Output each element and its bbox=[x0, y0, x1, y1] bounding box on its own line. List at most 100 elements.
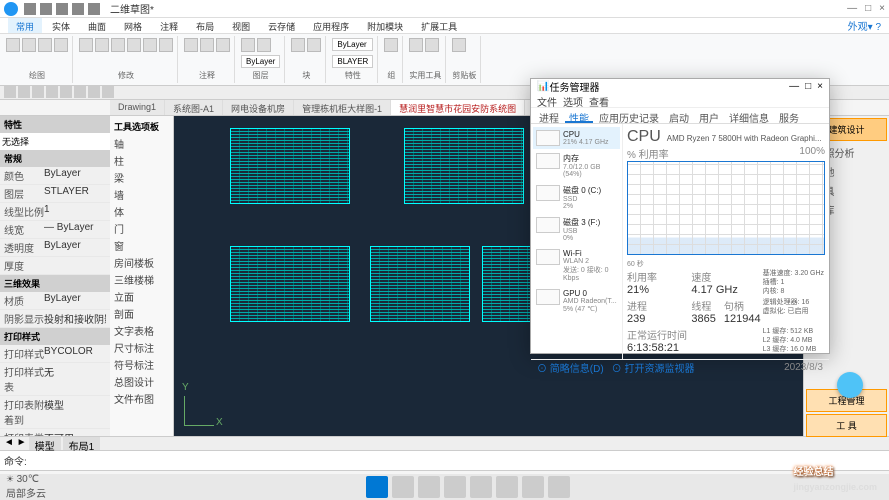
tools-button[interactable]: 工 具 bbox=[806, 414, 887, 437]
qat-new-icon[interactable] bbox=[24, 3, 36, 15]
tool-icon[interactable] bbox=[46, 86, 58, 98]
palette-item[interactable]: 立面 bbox=[112, 288, 171, 305]
copy-icon[interactable] bbox=[95, 38, 109, 52]
model-tab[interactable]: 模型 bbox=[29, 437, 61, 450]
create-block-icon[interactable] bbox=[307, 38, 321, 52]
prop-row[interactable]: 打印表类型不可用 bbox=[0, 429, 110, 436]
palette-item[interactable]: 总图设计 bbox=[112, 373, 171, 390]
color-dropdown[interactable]: ByLayer bbox=[332, 38, 373, 51]
tab-cloud[interactable]: 云存储 bbox=[260, 18, 303, 33]
open-resmon-link[interactable]: ⊙ 打开资源监视器 bbox=[612, 360, 695, 375]
tab-annotate[interactable]: 注释 bbox=[152, 18, 186, 33]
tab-ext[interactable]: 扩展工具 bbox=[413, 18, 465, 33]
doc-tab[interactable]: 系统图-A1 bbox=[165, 100, 223, 115]
prop-group-header[interactable]: 三维效果 bbox=[0, 275, 110, 292]
selection-dropdown[interactable]: 无选择 bbox=[0, 133, 110, 150]
doc-tab[interactable]: 网电设备机房 bbox=[223, 100, 294, 115]
dimension-icon[interactable] bbox=[200, 38, 214, 52]
palette-item[interactable]: 轴 bbox=[112, 135, 171, 152]
taskbar-icon[interactable] bbox=[392, 476, 414, 498]
layout-tab[interactable]: 布局1 bbox=[63, 437, 101, 450]
tab-layout[interactable]: 布局 bbox=[188, 18, 222, 33]
prop-row[interactable]: 颜色ByLayer bbox=[0, 167, 110, 185]
rotate-icon[interactable] bbox=[111, 38, 125, 52]
help-bubble-icon[interactable] bbox=[837, 372, 863, 398]
appearance-dropdown[interactable]: 外观▾ ? bbox=[848, 18, 881, 33]
tab-startup[interactable]: 启动 bbox=[665, 108, 693, 123]
menu-file[interactable]: 文件 bbox=[537, 94, 557, 107]
mirror-icon[interactable] bbox=[143, 38, 157, 52]
resource-item[interactable]: 磁盘 3 (F:)USB0% bbox=[533, 214, 620, 245]
tab-details[interactable]: 详细信息 bbox=[725, 108, 773, 123]
resource-item[interactable]: GPU 0AMD Radeon(T...5% (47 ℃) bbox=[533, 286, 620, 316]
palette-item[interactable]: 文件布图 bbox=[112, 390, 171, 407]
prop-row[interactable]: 线型比例1 bbox=[0, 203, 110, 221]
insert-icon[interactable] bbox=[291, 38, 305, 52]
prop-row[interactable]: 透明度ByLayer bbox=[0, 239, 110, 257]
doc-tab[interactable]: 管理栋机柜大样图-1 bbox=[294, 100, 391, 115]
palette-item[interactable]: 梁 bbox=[112, 169, 171, 186]
tab-services[interactable]: 服务 bbox=[775, 108, 803, 123]
move-icon[interactable] bbox=[79, 38, 93, 52]
prop-row[interactable]: 图层STLAYER bbox=[0, 185, 110, 203]
qat-redo-icon[interactable] bbox=[88, 3, 100, 15]
start-button[interactable] bbox=[366, 476, 388, 498]
table-icon[interactable] bbox=[216, 38, 230, 52]
tool-icon[interactable] bbox=[4, 86, 16, 98]
prop-row[interactable]: 打印表附着到模型 bbox=[0, 396, 110, 429]
calc-icon[interactable] bbox=[425, 38, 439, 52]
layer-icon[interactable] bbox=[241, 38, 255, 52]
layer-dropdown[interactable]: ByLayer bbox=[241, 55, 280, 68]
taskbar-icon[interactable] bbox=[444, 476, 466, 498]
qat-open-icon[interactable] bbox=[40, 3, 52, 15]
palette-item[interactable]: 文字表格 bbox=[112, 322, 171, 339]
palette-item[interactable]: 墙 bbox=[112, 186, 171, 203]
prop-row[interactable]: 厚度 bbox=[0, 257, 110, 275]
taskbar-icon[interactable] bbox=[496, 476, 518, 498]
palette-item[interactable]: 体 bbox=[112, 203, 171, 220]
tab-solid[interactable]: 实体 bbox=[44, 18, 78, 33]
menu-options[interactable]: 选项 bbox=[563, 94, 583, 107]
menu-view[interactable]: 查看 bbox=[589, 94, 609, 107]
weather-widget[interactable]: ☀ 30℃局部多云 bbox=[6, 474, 46, 500]
paste-icon[interactable] bbox=[452, 38, 466, 52]
brief-toggle[interactable]: ⊙ 简略信息(D) bbox=[537, 360, 604, 375]
resource-item[interactable]: Wi-FiWLAN 2发送: 0 接收: 0 Kbps bbox=[533, 246, 620, 285]
prop-row[interactable]: 材质ByLayer bbox=[0, 292, 110, 310]
qat-save-icon[interactable] bbox=[56, 3, 68, 15]
qat-undo-icon[interactable] bbox=[72, 3, 84, 15]
tab-mesh[interactable]: 网格 bbox=[116, 18, 150, 33]
group-icon[interactable] bbox=[384, 38, 398, 52]
resource-item[interactable]: 内存7.0/12.0 GB (54%) bbox=[533, 150, 620, 181]
line-icon[interactable] bbox=[6, 38, 20, 52]
palette-item[interactable]: 剖面 bbox=[112, 305, 171, 322]
close-button[interactable]: × bbox=[879, 3, 885, 14]
doc-tab[interactable]: Drawing1 bbox=[110, 100, 165, 115]
tab-addon[interactable]: 附加模块 bbox=[359, 18, 411, 33]
tab-users[interactable]: 用户 bbox=[695, 108, 723, 123]
minimize-button[interactable]: — bbox=[847, 3, 857, 14]
taskbar-icon[interactable] bbox=[548, 476, 570, 498]
taskbar-icon[interactable] bbox=[470, 476, 492, 498]
palette-item[interactable]: 窗 bbox=[112, 237, 171, 254]
tool-icon[interactable] bbox=[18, 86, 30, 98]
doc-tab-active[interactable]: 慧润里智慧市花园安防系统图 bbox=[391, 100, 525, 115]
tool-icon[interactable] bbox=[32, 86, 44, 98]
prop-group-header[interactable]: 打印样式 bbox=[0, 328, 110, 345]
resource-item[interactable]: 磁盘 0 (C:)SSD2% bbox=[533, 182, 620, 213]
taskbar-icon[interactable] bbox=[522, 476, 544, 498]
tab-common[interactable]: 常用 bbox=[8, 18, 42, 33]
palette-item[interactable]: 门 bbox=[112, 220, 171, 237]
tab-surface[interactable]: 曲面 bbox=[80, 18, 114, 33]
tab-apps[interactable]: 应用程序 bbox=[305, 18, 357, 33]
close-button[interactable]: × bbox=[817, 81, 823, 92]
maximize-button[interactable]: □ bbox=[865, 3, 871, 14]
scale-icon[interactable] bbox=[159, 38, 173, 52]
palette-item[interactable]: 三维楼梯 bbox=[112, 271, 171, 288]
tab-performance[interactable]: 性能 bbox=[565, 108, 593, 123]
tool-icon[interactable] bbox=[60, 86, 72, 98]
lineweight-dropdown[interactable]: BLAYER bbox=[332, 55, 373, 68]
prop-row[interactable]: 阴影显示投射和接收阴影 bbox=[0, 310, 110, 328]
prop-group-header[interactable]: 常规 bbox=[0, 150, 110, 167]
prop-row[interactable]: 打印样式BYCOLOR bbox=[0, 345, 110, 363]
